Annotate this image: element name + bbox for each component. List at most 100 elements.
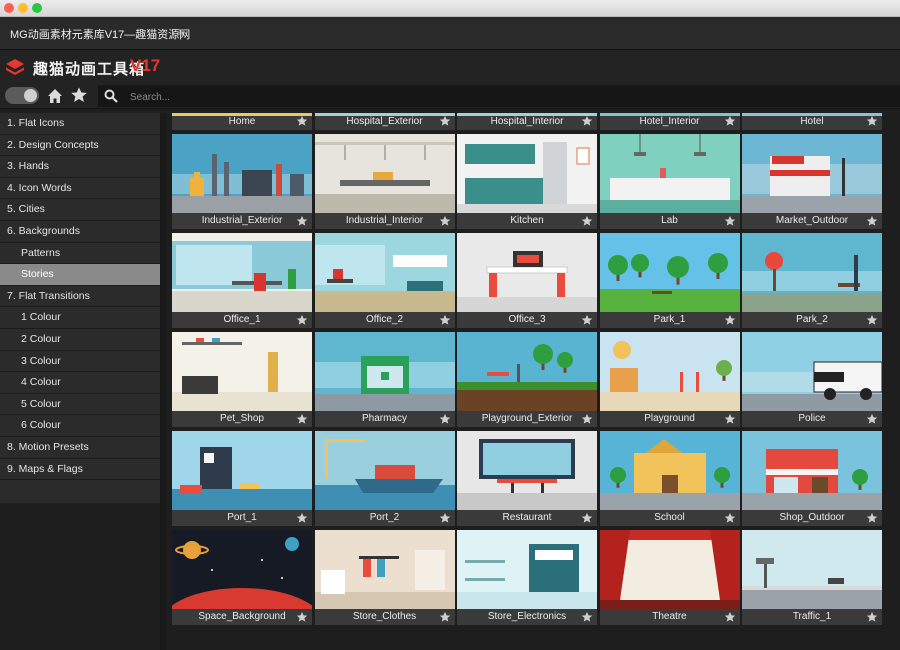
sidebar-item-1-colour[interactable]: 1 Colour [0, 307, 160, 329]
favorite-star-icon[interactable] [581, 115, 593, 127]
favorite-star-icon[interactable] [866, 413, 878, 425]
asset-tile-industrial_interior[interactable]: Industrial_Interior [314, 134, 455, 229]
asset-thumbnail[interactable] [742, 134, 882, 213]
mode-toggle[interactable] [5, 87, 39, 104]
asset-thumbnail[interactable] [457, 233, 597, 312]
asset-tile-pet_shop[interactable]: Pet_Shop [172, 332, 312, 427]
asset-thumbnail[interactable] [314, 332, 455, 411]
favorite-star-icon[interactable] [866, 314, 878, 326]
favorite-star-icon[interactable] [296, 413, 308, 425]
asset-thumbnail[interactable] [172, 233, 312, 312]
asset-tile-office_1[interactable]: Office_1 [172, 233, 312, 328]
asset-tile-playground_exterior[interactable]: Playground_Exterior [457, 332, 597, 427]
sidebar-item-2-colour[interactable]: 2 Colour [0, 329, 160, 351]
sidebar-scrollbar[interactable] [160, 113, 166, 650]
asset-tile-store_clothes[interactable]: Store_Clothes [314, 530, 455, 625]
sidebar-item-4-icon-words[interactable]: 4. Icon Words [0, 178, 160, 200]
sidebar-item-4-colour[interactable]: 4 Colour [0, 372, 160, 394]
hamburger-icon[interactable]: ≡ [178, 25, 185, 39]
asset-tile-home[interactable]: Home [172, 113, 312, 130]
asset-thumbnail[interactable] [314, 233, 455, 312]
favorite-star-icon[interactable] [296, 314, 308, 326]
sidebar-item-7-flat-transitions[interactable]: 7. Flat Transitions [0, 286, 160, 308]
favorite-star-icon[interactable] [581, 314, 593, 326]
asset-tile-police[interactable]: Police [742, 332, 882, 427]
sidebar-item-5-cities[interactable]: 5. Cities [0, 199, 160, 221]
sidebar-item-9-maps-flags[interactable]: 9. Maps & Flags [0, 459, 160, 481]
asset-tile-restaurant[interactable]: Restaurant [457, 431, 597, 526]
sidebar-item-6-colour[interactable]: 6 Colour [0, 415, 160, 437]
asset-tile-hospital_interior[interactable]: Hospital_Interior [457, 113, 597, 130]
asset-thumbnail[interactable] [599, 134, 740, 213]
favorite-star-icon[interactable] [866, 215, 878, 227]
favorite-star-icon[interactable] [296, 611, 308, 623]
asset-thumbnail[interactable] [742, 431, 882, 510]
favorite-star-icon[interactable] [581, 512, 593, 524]
sidebar-item-5-colour[interactable]: 5 Colour [0, 394, 160, 416]
favorite-star-icon[interactable] [296, 512, 308, 524]
search-input[interactable] [128, 87, 892, 107]
favorite-star-icon[interactable] [724, 215, 736, 227]
favorite-star-icon[interactable] [439, 115, 451, 127]
favorite-star-icon[interactable] [439, 314, 451, 326]
asset-thumbnail[interactable] [742, 530, 882, 609]
asset-thumbnail[interactable] [457, 431, 597, 510]
asset-thumbnail[interactable] [457, 530, 597, 609]
asset-tile-office_3[interactable]: Office_3 [457, 233, 597, 328]
asset-thumbnail[interactable] [742, 233, 882, 312]
favorite-star-icon[interactable] [724, 611, 736, 623]
sidebar-item-patterns[interactable]: Patterns [0, 243, 160, 265]
asset-thumbnail[interactable] [314, 431, 455, 510]
asset-thumbnail[interactable] [599, 530, 740, 609]
asset-tile-pharmacy[interactable]: Pharmacy [314, 332, 455, 427]
asset-thumbnail[interactable] [599, 431, 740, 510]
asset-thumbnail[interactable] [599, 233, 740, 312]
asset-tile-park_1[interactable]: Park_1 [599, 233, 740, 328]
favorite-star-icon[interactable] [439, 611, 451, 623]
home-icon[interactable] [46, 87, 64, 105]
favorite-star-icon[interactable] [581, 413, 593, 425]
asset-thumbnail[interactable] [599, 332, 740, 411]
favorite-star-icon[interactable] [866, 611, 878, 623]
asset-tile-port_2[interactable]: Port_2 [314, 431, 455, 526]
favorite-star-icon[interactable] [724, 314, 736, 326]
asset-tile-hospital_exterior[interactable]: Hospital_Exterior [314, 113, 455, 130]
favorite-star-icon[interactable] [296, 115, 308, 127]
grid-scrollbar[interactable] [885, 113, 900, 650]
asset-tile-space_background[interactable]: Space_Background [172, 530, 312, 625]
asset-tile-market_outdoor[interactable]: Market_Outdoor [742, 134, 882, 229]
minimize-window-button[interactable] [18, 3, 28, 13]
asset-tile-school[interactable]: School [599, 431, 740, 526]
close-window-button[interactable] [4, 3, 14, 13]
asset-tile-industrial_exterior[interactable]: Industrial_Exterior [172, 134, 312, 229]
sidebar-item-3-hands[interactable]: 3. Hands [0, 156, 160, 178]
asset-tile-traffic_1[interactable]: Traffic_1 [742, 530, 882, 625]
favorite-star-icon[interactable] [296, 215, 308, 227]
asset-thumbnail[interactable] [172, 431, 312, 510]
favorite-star-icon[interactable] [866, 115, 878, 127]
asset-thumbnail[interactable] [314, 530, 455, 609]
asset-thumbnail[interactable] [457, 134, 597, 213]
asset-tile-hotel[interactable]: Hotel [742, 113, 882, 130]
asset-thumbnail[interactable] [172, 134, 312, 213]
asset-tile-hotel_interior[interactable]: Hotel_Interior [599, 113, 740, 130]
zoom-window-button[interactable] [32, 3, 42, 13]
favorite-star-icon[interactable] [581, 611, 593, 623]
asset-tile-lab[interactable]: Lab [599, 134, 740, 229]
asset-thumbnail[interactable] [172, 332, 312, 411]
asset-tile-playground[interactable]: Playground [599, 332, 740, 427]
asset-tile-store_electronics[interactable]: Store_Electronics [457, 530, 597, 625]
favorite-star-icon[interactable] [439, 413, 451, 425]
favorite-star-icon[interactable] [581, 215, 593, 227]
favorites-star-icon[interactable] [70, 86, 88, 104]
sidebar-item-6-backgrounds[interactable]: 6. Backgrounds [0, 221, 160, 243]
favorite-star-icon[interactable] [724, 512, 736, 524]
asset-tile-port_1[interactable]: Port_1 [172, 431, 312, 526]
favorite-star-icon[interactable] [439, 215, 451, 227]
asset-tile-theatre[interactable]: Theatre [599, 530, 740, 625]
favorite-star-icon[interactable] [439, 512, 451, 524]
asset-tile-shop_outdoor[interactable]: Shop_Outdoor [742, 431, 882, 526]
asset-tile-kitchen[interactable]: Kitchen [457, 134, 597, 229]
sidebar-item-1-flat-icons[interactable]: 1. Flat Icons [0, 113, 160, 135]
favorite-star-icon[interactable] [866, 512, 878, 524]
